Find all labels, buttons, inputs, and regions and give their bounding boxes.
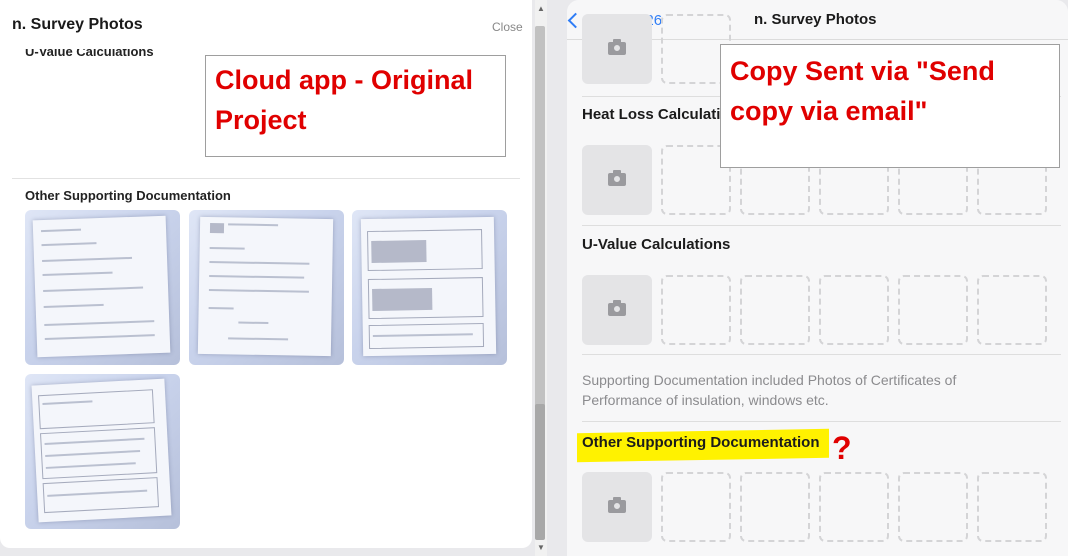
photo-slot[interactable] bbox=[819, 275, 889, 345]
divider bbox=[582, 354, 1061, 355]
photo-slot[interactable] bbox=[898, 472, 968, 542]
section-note: Supporting Documentation included Photos… bbox=[582, 372, 957, 408]
add-photo-button[interactable] bbox=[582, 14, 652, 84]
section-heading-other-supporting: Other Supporting Documentation bbox=[25, 188, 231, 203]
cloud-app-header: n. Survey Photos Close bbox=[0, 0, 532, 50]
document-paper bbox=[31, 378, 172, 523]
annotation-text: Cloud app - Original Project bbox=[215, 65, 473, 135]
section-heading-u-value: U-Value Calculations bbox=[582, 236, 731, 253]
scroll-up-icon[interactable]: ▲ bbox=[537, 4, 545, 13]
document-photo[interactable] bbox=[25, 374, 180, 529]
annotation-text: Copy Sent via "Send copy via email" bbox=[730, 56, 995, 126]
add-photo-button[interactable] bbox=[582, 145, 652, 215]
scroll-down-icon[interactable]: ▼ bbox=[537, 543, 545, 552]
photo-slot[interactable] bbox=[977, 275, 1047, 345]
divider bbox=[582, 225, 1061, 226]
document-photo[interactable] bbox=[25, 210, 180, 365]
add-photo-button[interactable] bbox=[582, 472, 652, 542]
question-mark-annotation: ? bbox=[832, 430, 852, 466]
page-title: n. Survey Photos bbox=[754, 11, 877, 28]
document-photo[interactable] bbox=[352, 210, 507, 365]
page-title: n. Survey Photos bbox=[12, 16, 143, 33]
cloud-app-panel: n. Survey Photos Close U-Value Calculati… bbox=[0, 0, 532, 548]
photo-slot[interactable] bbox=[819, 472, 889, 542]
photo-slot[interactable] bbox=[898, 275, 968, 345]
photo-slot[interactable] bbox=[740, 472, 810, 542]
photo-slot[interactable] bbox=[740, 275, 810, 345]
annotation-box: Copy Sent via "Send copy via email" bbox=[720, 44, 1060, 168]
document-paper bbox=[197, 216, 334, 357]
divider bbox=[582, 421, 1061, 422]
document-photo[interactable] bbox=[189, 210, 344, 365]
screenshot-root: n. Survey Photos Close U-Value Calculati… bbox=[0, 0, 1068, 556]
photo-slot[interactable] bbox=[661, 275, 731, 345]
scrollbar-thumb-active[interactable] bbox=[535, 404, 545, 540]
divider bbox=[12, 178, 520, 179]
chevron-left-icon bbox=[567, 12, 584, 28]
photo-slot[interactable] bbox=[661, 472, 731, 542]
section-heading-other-supporting: Other Supporting Documentation bbox=[582, 434, 820, 451]
document-paper bbox=[360, 216, 497, 357]
document-paper bbox=[32, 215, 171, 358]
photo-slot[interactable] bbox=[977, 472, 1047, 542]
close-button[interactable]: Close bbox=[492, 20, 523, 34]
add-photo-button[interactable] bbox=[582, 275, 652, 345]
annotation-box: Cloud app - Original Project bbox=[205, 55, 506, 157]
